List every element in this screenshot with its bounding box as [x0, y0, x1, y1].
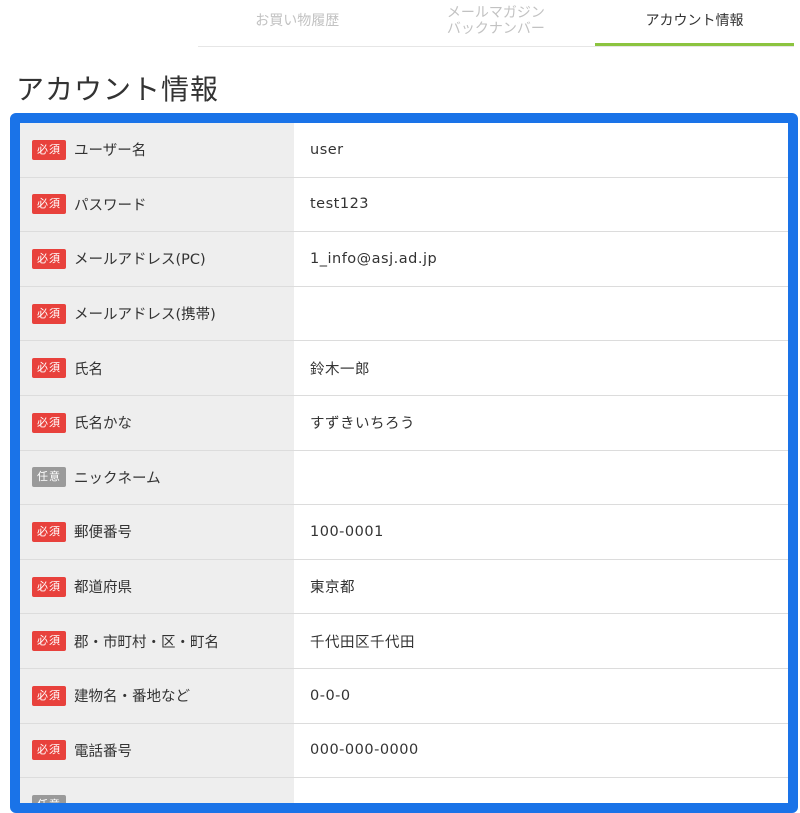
field-label-cell: 必須 氏名 — [20, 341, 294, 396]
field-label-cell: 必須 都道府県 — [20, 559, 294, 615]
field-label: 建物名・番地など — [74, 689, 190, 706]
field-label: パスワード — [74, 197, 147, 214]
account-info-panel: 必須 ユーザー名 user 必須 パスワード test123 必須 メールアドレス(PC) 1_… — [10, 113, 798, 813]
field-row-phone: 必須 電話番号 000-000-0000 — [20, 723, 788, 779]
field-row-email-mobile: 必須 メールアドレス(携帯) — [20, 286, 788, 342]
field-value: test123 — [310, 196, 370, 213]
field-value — [294, 778, 788, 803]
field-label: ニックネーム — [74, 470, 161, 487]
field-label-cell: 必須 建物名・番地など — [20, 668, 294, 724]
field-value — [294, 287, 788, 341]
field-value: 東京都 — [310, 580, 355, 597]
field-label: 郡・市町村・区・町名 — [74, 634, 219, 651]
field-label: 氏名かな — [74, 416, 132, 433]
field-label-cell: 必須 メールアドレス(PC) — [20, 232, 294, 287]
field-label-cell: 必須 メールアドレス(携帯) — [20, 286, 294, 342]
required-badge: 必須 — [32, 412, 66, 433]
required-badge: 必須 — [32, 685, 66, 706]
field-value: 1_info@asj.ad.jp — [310, 250, 438, 267]
field-label: ユーザー名 — [74, 143, 147, 160]
required-badge: 必須 — [32, 358, 66, 379]
optional-badge: 任意 — [32, 467, 66, 488]
field-value: 0-0-0 — [310, 687, 351, 704]
field-row-nickname: 任意 ニックネーム — [20, 450, 788, 506]
tab-newsletter-backnumber[interactable]: メールマガジン バックナンバー — [397, 0, 596, 46]
field-label: メールアドレス(携帯) — [74, 307, 216, 324]
field-label: 都道府県 — [74, 580, 132, 597]
required-badge: 必須 — [32, 631, 66, 652]
field-label: 電話番号 — [74, 743, 132, 760]
account-info-table: 必須 ユーザー名 user 必須 パスワード test123 必須 メールアドレス(PC) 1_… — [20, 123, 788, 803]
field-label-cell: 必須 氏名かな — [20, 395, 294, 451]
required-badge: 必須 — [32, 576, 66, 597]
field-value — [294, 451, 788, 505]
required-badge: 必須 — [32, 303, 66, 324]
required-badge: 必須 — [32, 194, 66, 215]
field-label-cell: 必須 ユーザー名 — [20, 123, 294, 178]
page-title: アカウント情報 — [16, 73, 220, 106]
field-row-full-name: 必須 氏名 鈴木一郎 — [20, 341, 788, 396]
field-label-cell: 任意 ニックネーム — [20, 450, 294, 506]
field-label-cell: 必須 パスワード — [20, 177, 294, 233]
field-label: 氏名 — [74, 361, 103, 378]
account-tabs: お買い物履歴 メールマガジン バックナンバー アカウント情報 — [198, 0, 794, 47]
field-label-cell: 任意 — [20, 778, 294, 803]
optional-badge: 任意 — [32, 794, 66, 803]
field-row-postal-code: 必須 郵便番号 100-0001 — [20, 505, 788, 560]
required-badge: 必須 — [32, 139, 66, 160]
field-value: user — [310, 141, 344, 158]
field-row-password: 必須 パスワード test123 — [20, 177, 788, 233]
field-label-cell: 必須 郵便番号 — [20, 505, 294, 560]
field-row-full-name-kana: 必須 氏名かな すずきいちろう — [20, 395, 788, 451]
field-row-city: 必須 郡・市町村・区・町名 千代田区千代田 — [20, 614, 788, 669]
field-row-email-pc: 必須 メールアドレス(PC) 1_info@asj.ad.jp — [20, 232, 788, 287]
required-badge: 必須 — [32, 740, 66, 761]
field-label: メールアドレス(PC) — [74, 252, 206, 269]
field-label-cell: 必須 郡・市町村・区・町名 — [20, 614, 294, 669]
required-badge: 必須 — [32, 521, 66, 542]
field-label-cell: 必須 電話番号 — [20, 723, 294, 779]
tab-purchase-history[interactable]: お買い物履歴 — [198, 0, 397, 46]
field-row-extra: 任意 — [20, 778, 788, 803]
field-value: 千代田区千代田 — [310, 634, 415, 651]
required-badge: 必須 — [32, 248, 66, 269]
field-row-prefecture: 必須 都道府県 東京都 — [20, 559, 788, 615]
field-value: 100-0001 — [310, 523, 384, 540]
tab-account-info[interactable]: アカウント情報 — [595, 0, 794, 46]
field-row-username: 必須 ユーザー名 user — [20, 123, 788, 178]
field-row-address-detail: 必須 建物名・番地など 0-0-0 — [20, 668, 788, 724]
field-value: 鈴木一郎 — [310, 361, 370, 378]
field-value: 000-000-0000 — [310, 742, 419, 759]
field-label: 郵便番号 — [74, 525, 132, 542]
field-value: すずきいちろう — [310, 416, 415, 433]
